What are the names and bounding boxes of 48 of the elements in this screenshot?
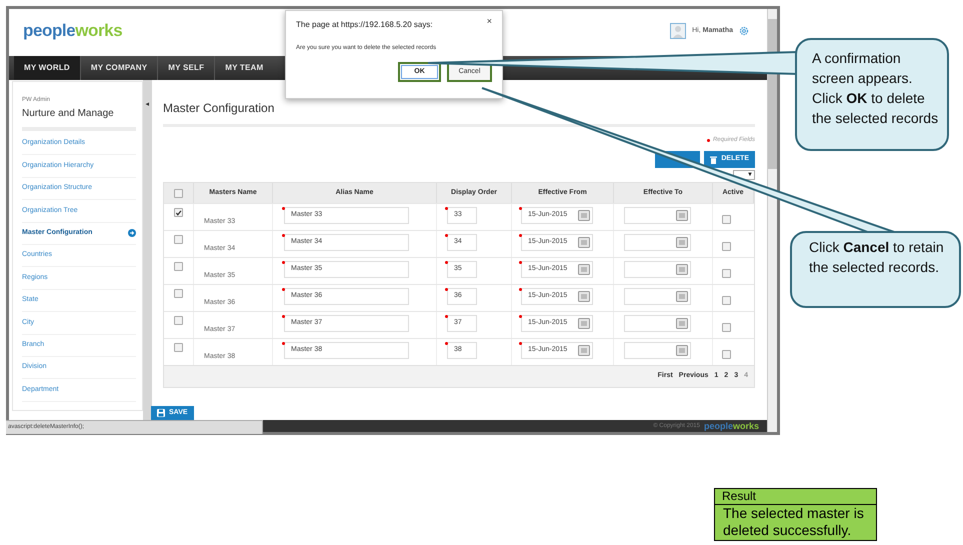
sidebar-title: Nurture and Manage	[22, 107, 115, 121]
checkbox[interactable]	[174, 188, 183, 198]
checkbox[interactable]	[174, 316, 183, 325]
nav-tab[interactable]: MY WORLD	[14, 56, 80, 80]
dialog-title: The page at https://192.168.5.20 says:	[296, 19, 433, 31]
calendar-icon[interactable]	[578, 318, 590, 329]
close-button[interactable]: ×	[486, 17, 492, 26]
checkbox[interactable]	[174, 235, 183, 244]
arrow-circle-icon	[128, 229, 136, 238]
calendar-icon[interactable]	[676, 237, 688, 248]
calendar-icon[interactable]	[578, 264, 590, 275]
callout: A confirmation screen appears. Click OK to delete the selected records	[795, 38, 949, 151]
result-text: The selected master is deleted successfully.	[722, 505, 865, 540]
footer-logo: peopleworks	[704, 421, 759, 431]
checkbox[interactable]	[722, 296, 731, 305]
calendar-icon[interactable]	[676, 345, 688, 356]
scrollbar[interactable]	[767, 9, 777, 432]
calendar-icon[interactable]	[578, 345, 590, 356]
page-title: Master Configuration	[163, 101, 276, 116]
checkbox[interactable]	[722, 215, 731, 224]
nav-tab[interactable]: MY SELF	[157, 56, 214, 80]
checkbox[interactable]	[174, 343, 183, 352]
callout: Click Cancel to retain the selected records.	[790, 231, 961, 308]
calendar-icon[interactable]	[676, 264, 688, 275]
calendar-icon[interactable]	[578, 237, 590, 248]
checkbox[interactable]	[722, 242, 731, 251]
calendar-icon[interactable]	[676, 318, 688, 329]
date-field[interactable]	[624, 261, 691, 278]
date-field[interactable]	[624, 288, 691, 305]
checkbox[interactable]	[722, 323, 731, 332]
calendar-icon[interactable]	[676, 210, 688, 221]
checkbox[interactable]	[174, 262, 183, 271]
settings-icon[interactable]	[739, 26, 749, 36]
avatar-icon[interactable]	[670, 23, 686, 39]
date-field[interactable]	[624, 234, 691, 251]
result-heading: Result	[715, 489, 876, 505]
calendar-icon[interactable]	[578, 210, 590, 221]
checkbox[interactable]	[722, 350, 731, 359]
calendar-icon[interactable]	[676, 291, 688, 302]
date-field[interactable]	[624, 207, 691, 224]
nav-tab[interactable]: MY TEAM	[214, 56, 274, 80]
checkbox[interactable]	[174, 208, 183, 217]
trash-icon	[710, 156, 718, 164]
date-field[interactable]	[624, 342, 691, 359]
date-field[interactable]	[624, 315, 691, 332]
calendar-icon[interactable]	[578, 291, 590, 302]
checkbox[interactable]	[174, 289, 183, 298]
checkbox[interactable]	[722, 269, 731, 278]
